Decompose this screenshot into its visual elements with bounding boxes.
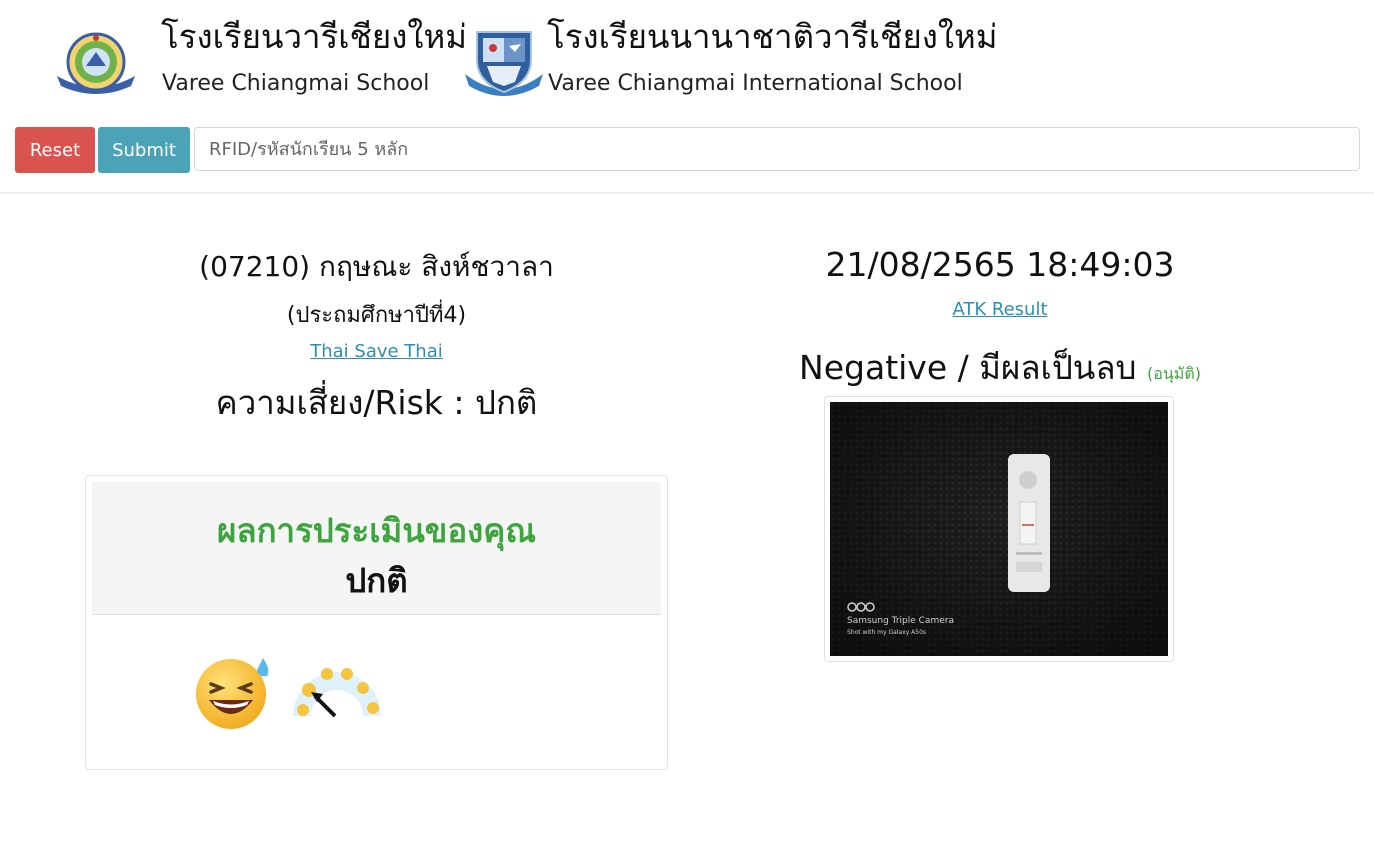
rfid-toolbar: Reset Submit bbox=[15, 127, 1361, 173]
assessment-title: ผลการประเมินของคุณ bbox=[217, 511, 536, 550]
assessment-card-header: ผลการประเมินของคุณ ปกติ bbox=[92, 482, 661, 615]
laughing-sweat-emoji-icon bbox=[196, 658, 269, 729]
assessment-card: ผลการประเมินของคุณ ปกติ bbox=[85, 475, 668, 770]
atk-photo-frame[interactable]: Samsung Triple Camera Shot with my Galax… bbox=[824, 396, 1174, 662]
school-name-th: โรงเรียนวารีเชียงใหม่ bbox=[161, 17, 467, 56]
school-crest-icon bbox=[57, 32, 135, 94]
assessment-value: ปกติ bbox=[345, 561, 408, 600]
thai-save-thai-link[interactable]: Thai Save Thai bbox=[310, 341, 443, 362]
photo-caption: Samsung Triple Camera bbox=[847, 616, 954, 626]
student-id-name: (07210) กฤษณะ สิงห์ชวาลา bbox=[199, 250, 554, 283]
atk-datetime: 21/08/2565 18:49:03 bbox=[825, 245, 1175, 284]
risk-level: ความเสี่ยง/Risk : ปกติ bbox=[215, 383, 538, 422]
mood-gauge-icon bbox=[293, 668, 381, 718]
school-name-en: Varee Chiangmai School bbox=[162, 71, 430, 96]
photo-subcaption: Shot with my Galaxy A50s bbox=[847, 629, 927, 636]
header: โรงเรียนวารีเชียงใหม่ Varee Chiangmai Sc… bbox=[0, 0, 1374, 118]
student-grade: (ประถมศึกษาปีที่4) bbox=[286, 303, 467, 328]
atk-result: Negative / มีผลเป็นลบ (อนุมัติ) bbox=[700, 341, 1300, 394]
reset-button[interactable]: Reset bbox=[15, 127, 95, 173]
shield-crest-icon bbox=[465, 31, 543, 96]
rfid-input[interactable] bbox=[194, 127, 1360, 171]
school-name-th: โรงเรียนนานาชาติวารีเชียงใหม่ bbox=[547, 17, 998, 56]
submit-button[interactable]: Submit bbox=[98, 127, 190, 173]
divider bbox=[0, 192, 1374, 194]
school-name-en: Varee Chiangmai International School bbox=[548, 71, 963, 96]
atk-result-link[interactable]: ATK Result bbox=[952, 299, 1047, 320]
atk-test-cassette bbox=[1008, 454, 1050, 592]
atk-approval-status: (อนุมัติ) bbox=[1147, 364, 1201, 383]
atk-result-text: Negative / มีผลเป็นลบ bbox=[799, 348, 1137, 387]
